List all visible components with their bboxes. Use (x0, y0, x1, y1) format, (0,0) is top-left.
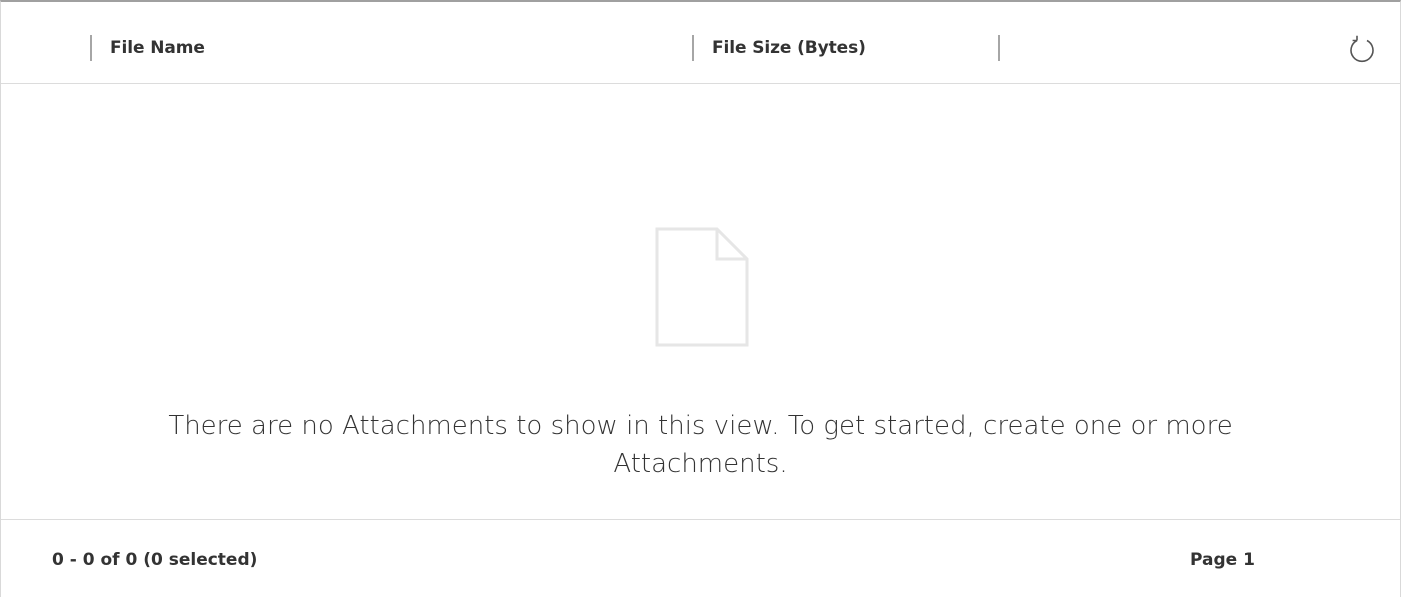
column-header-label: File Name (110, 38, 205, 58)
column-separator[interactable] (692, 35, 694, 61)
empty-state-message-line: There are no Attachments to show in this… (168, 411, 1233, 441)
document-icon (655, 227, 749, 347)
record-count: 0 - 0 of 0 (0 selected) (52, 550, 258, 570)
empty-state-message-line: Attachments. (613, 449, 788, 479)
empty-state-message: There are no Attachments to show in this… (1, 407, 1400, 483)
grid-body: There are no Attachments to show in this… (1, 84, 1400, 479)
page-indicator: Page 1 (1190, 550, 1255, 570)
refresh-button[interactable] (1344, 32, 1380, 68)
column-separator[interactable] (90, 35, 92, 61)
grid-footer: 0 - 0 of 0 (0 selected) Page 1 (1, 519, 1400, 599)
column-header-file-size[interactable]: File Size (Bytes) (692, 35, 866, 61)
empty-state-icon (655, 227, 749, 351)
refresh-icon (1350, 35, 1374, 63)
grid-header: File Name File Size (Bytes) (1, 2, 1400, 84)
attachments-grid: File Name File Size (Bytes) There are no… (0, 0, 1401, 597)
column-separator[interactable] (998, 35, 1000, 61)
column-header-file-name[interactable]: File Name (90, 35, 205, 61)
column-header-label: File Size (Bytes) (712, 38, 866, 58)
